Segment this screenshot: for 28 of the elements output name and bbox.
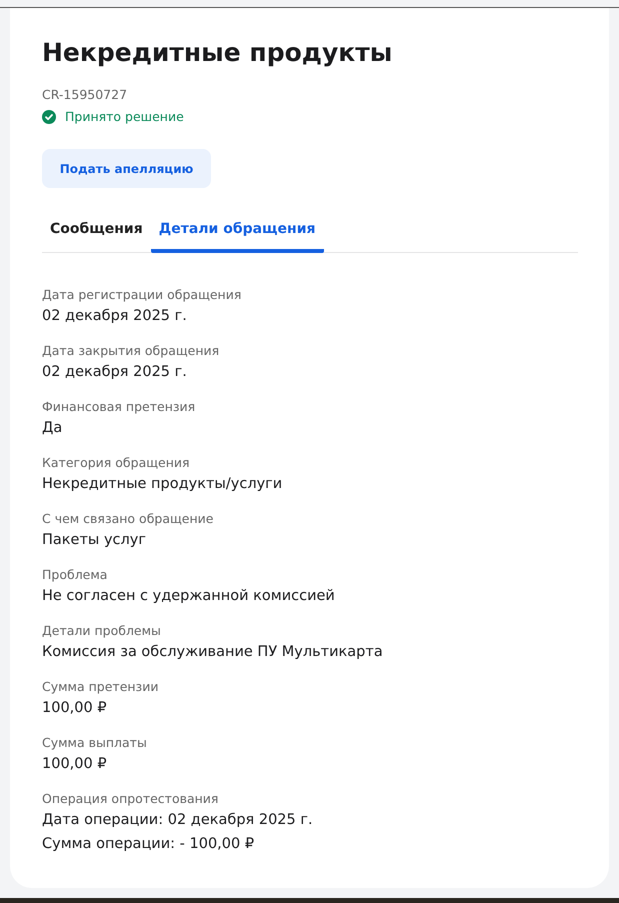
appeal-button[interactable]: Подать апелляцию <box>42 149 211 188</box>
field-label: Сумма выплаты <box>42 734 148 752</box>
field-label: Финансовая претензия <box>42 398 196 416</box>
field-label: Сумма претензии <box>42 678 160 696</box>
page-title: Некредитные продукты <box>42 38 394 68</box>
field-value: 02 декабря 2025 г. <box>42 307 188 326</box>
field-value: Сумма операции: - 100,00 ₽ <box>42 835 256 854</box>
field-value: 100,00 ₽ <box>42 755 108 774</box>
field-label: Дата закрытия обращения <box>42 342 220 360</box>
field-label: Детали проблемы <box>42 622 162 640</box>
tab[interactable]: Детали обращения <box>150 210 324 253</box>
field-value: Дата операции: 02 декабря 2025 г. <box>42 811 314 830</box>
check-circle-icon <box>42 110 56 124</box>
case-number: CR-15950727 <box>42 87 128 103</box>
field-value: Не согласен с удержанной комиссией <box>42 587 336 606</box>
field-label: Дата регистрации обращения <box>42 286 242 304</box>
field-label: С чем связано обращение <box>42 510 214 528</box>
field-label: Проблема <box>42 566 108 584</box>
field-value: 02 декабря 2025 г. <box>42 363 188 382</box>
field-label: Операция опротестования <box>42 790 220 808</box>
field-value: Некредитные продукты/услуги <box>42 475 284 494</box>
status-label: Принято решение <box>65 109 184 125</box>
field-value: Пакеты услуг <box>42 531 147 550</box>
tab[interactable]: Сообщения <box>42 210 151 253</box>
field-value: Да <box>42 419 64 438</box>
field-value: Комиссия за обслуживание ПУ Мультикарта <box>42 643 384 662</box>
field-value: 100,00 ₽ <box>42 699 108 718</box>
field-label: Категория обращения <box>42 454 191 472</box>
